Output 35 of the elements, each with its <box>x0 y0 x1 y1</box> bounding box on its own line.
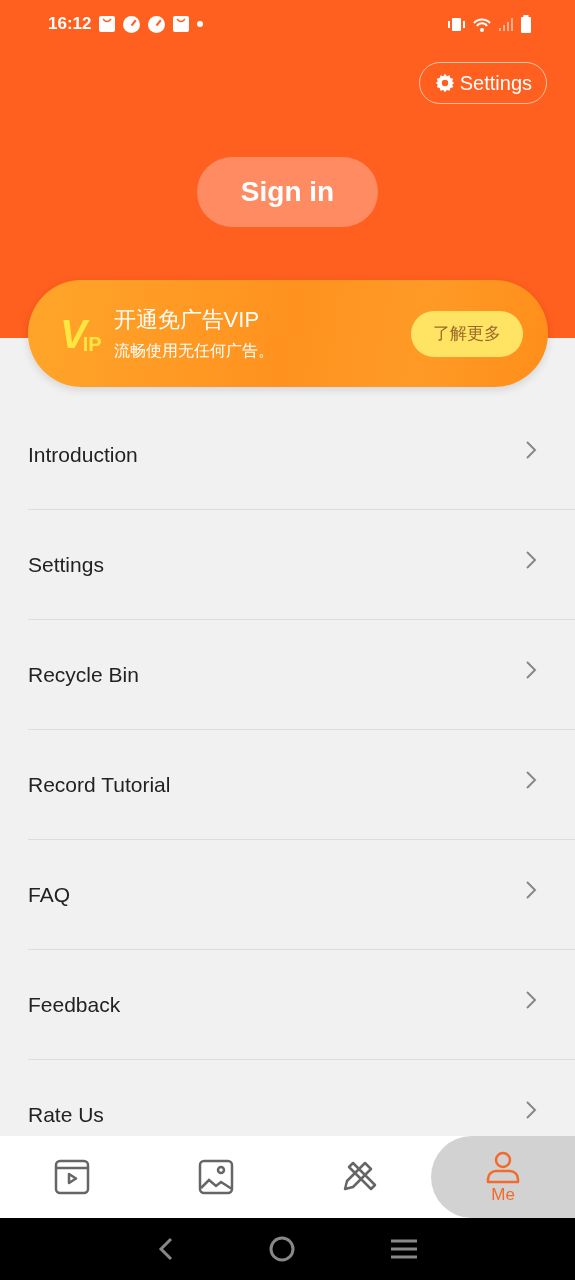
menu-item[interactable]: Record Tutorial <box>28 730 575 840</box>
image-icon <box>197 1159 234 1195</box>
menu-icon[interactable] <box>391 1238 418 1260</box>
gauge-icon <box>148 15 166 33</box>
status-time: 16:12 <box>48 14 92 34</box>
menu-item[interactable]: Settings <box>28 510 575 620</box>
vip-title: 开通免广告VIP <box>113 306 261 334</box>
chevron-right-icon <box>525 439 537 460</box>
dot-icon <box>197 21 204 27</box>
learn-more-button[interactable]: 了解更多 <box>411 310 523 357</box>
person-icon <box>485 1149 522 1185</box>
chevron-right-icon <box>525 989 537 1010</box>
gauge-icon <box>123 15 141 33</box>
vip-logo: VIP <box>60 313 102 354</box>
shopping-bag-icon <box>173 16 190 32</box>
vip-subtitle: 流畅使用无任何广告。 <box>113 341 274 361</box>
chevron-right-icon <box>525 549 537 570</box>
menu-item[interactable]: Introduction <box>28 400 575 510</box>
video-player-icon <box>53 1159 90 1195</box>
menu-item[interactable]: FAQ <box>28 840 575 950</box>
home-icon[interactable] <box>269 1236 296 1262</box>
back-icon[interactable] <box>157 1237 174 1261</box>
wifi-icon <box>473 16 491 32</box>
menu-item[interactable]: Recycle Bin <box>28 620 575 730</box>
menu-item[interactable]: Feedback <box>28 950 575 1060</box>
shopping-bag-icon <box>99 16 116 32</box>
chevron-right-icon <box>525 769 537 790</box>
battery-icon <box>521 15 531 33</box>
vip-banner[interactable]: VIP 开通免广告VIP 流畅使用无任何广告。 了解更多 <box>28 280 548 387</box>
signal-icon <box>499 17 513 31</box>
chevron-right-icon <box>525 1099 537 1120</box>
gear-icon <box>433 72 456 94</box>
chevron-right-icon <box>525 659 537 680</box>
vibrate-icon <box>448 17 465 31</box>
chevron-right-icon <box>525 879 537 900</box>
